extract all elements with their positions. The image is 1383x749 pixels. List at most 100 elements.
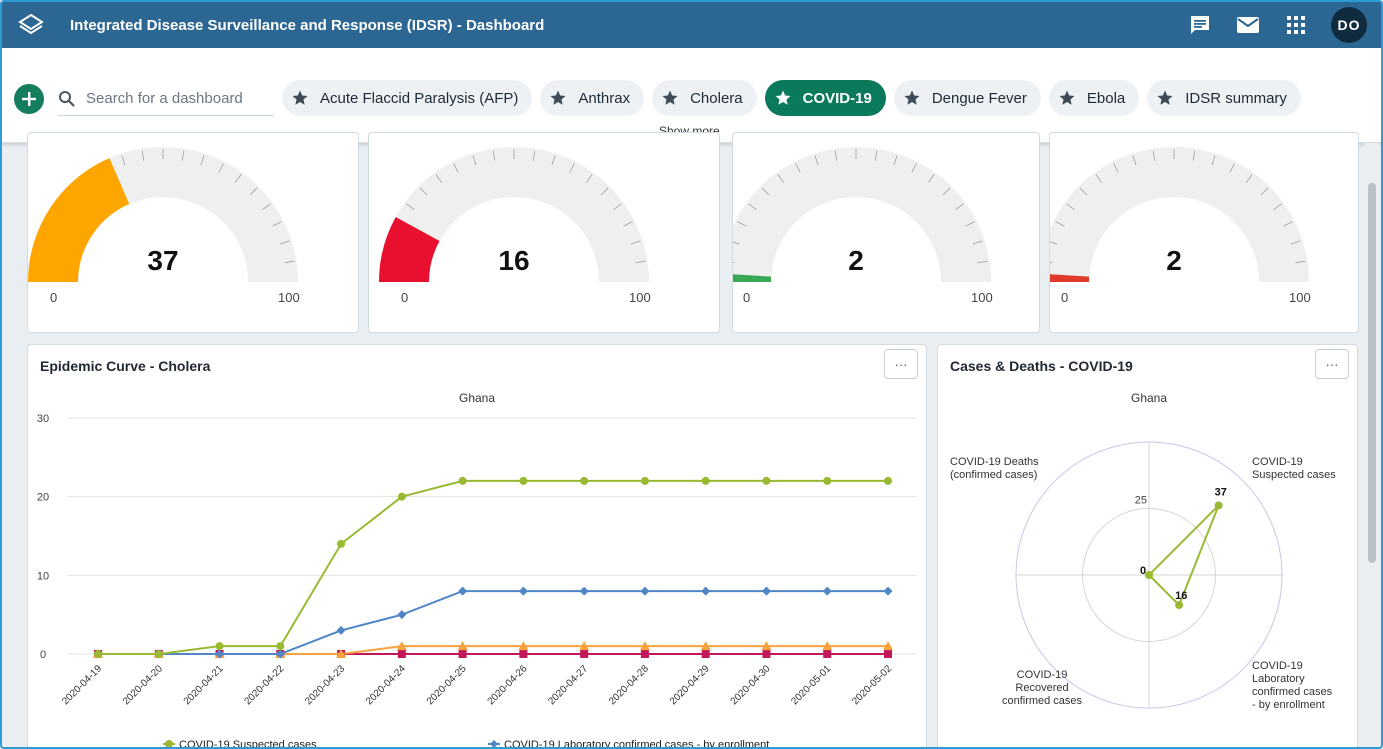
dashboard-chip[interactable]: Ebola (1048, 80, 1140, 116)
y-tick-label: 0 (40, 649, 46, 661)
page-scrollbar[interactable] (1365, 143, 1379, 747)
dashboard-chip[interactable]: COVID-19 (764, 80, 886, 116)
dashboard-chip-label: IDSR summary (1185, 89, 1287, 107)
data-point (761, 586, 771, 596)
messages-icon[interactable] (1187, 12, 1213, 38)
polar-tick-label: 25 (1135, 495, 1147, 507)
data-point (701, 586, 711, 596)
polar-axis-label: Laboratory (1252, 673, 1305, 685)
dashboard-chip[interactable]: IDSR summary (1147, 80, 1301, 116)
star-icon (548, 88, 568, 108)
star-icon (290, 88, 310, 108)
gauge-fill (28, 158, 130, 282)
gauge-card: 37 0 100 (27, 132, 359, 333)
gauge-value: 2 (848, 245, 864, 276)
data-point (519, 476, 528, 485)
polar-axis-label: COVID-19 (1252, 660, 1303, 672)
polar-axis-label: COVID-19 (1017, 669, 1068, 681)
dashboard-chip-label: Ebola (1086, 89, 1126, 107)
data-point (822, 586, 832, 596)
mail-icon[interactable] (1235, 12, 1261, 38)
search-input[interactable] (86, 90, 266, 107)
cases-deaths-chart: Ghana2537160COVID-19Suspected casesCOVID… (950, 391, 1336, 711)
data-point (762, 650, 771, 658)
x-tick-label: 2020-04-27 (546, 663, 590, 707)
polar-point (1175, 601, 1184, 610)
dashboard-bar: Acute Flaccid Paralysis (AFP) Anthrax Chol… (2, 48, 1381, 143)
dashboard-chip[interactable]: Dengue Fever (893, 80, 1041, 116)
data-point (883, 586, 893, 596)
gauge-value: 37 (147, 245, 179, 276)
dashboard-search (58, 82, 274, 116)
dashboard-chip-label: Acute Flaccid Paralysis (AFP) (320, 89, 519, 107)
gauge-min-label: 0 (743, 290, 751, 305)
dashboard-chip-label: Dengue Fever (931, 89, 1027, 107)
polar-value-label: 0 (1140, 565, 1146, 577)
x-tick-label: 2020-05-02 (850, 663, 894, 707)
data-point (701, 476, 710, 485)
x-tick-label: 2020-04-29 (668, 663, 712, 707)
app-header: Integrated Disease Surveillance and Resp… (2, 2, 1381, 48)
polar-axis-label: - by enrollment (1252, 699, 1325, 711)
epi-curve-chart: Ghana 0 10 20 30 2020-04-19 2020-04-20 2020-04-… (37, 391, 916, 749)
dashboard-chip-label: COVID-19 (802, 89, 872, 107)
x-tick-label: 2020-04-30 (729, 663, 773, 707)
gauge-chart (28, 147, 298, 282)
data-point (397, 650, 406, 658)
x-tick-label: 2020-04-19 (60, 663, 104, 707)
data-point (762, 476, 771, 485)
legend-marker (165, 740, 173, 747)
data-point (580, 650, 589, 658)
star-icon (1155, 88, 1175, 108)
data-point (640, 650, 649, 658)
y-tick-label: 10 (37, 570, 49, 582)
polar-point (1214, 501, 1223, 510)
y-tick-label: 20 (37, 492, 49, 504)
dashboard-chip[interactable]: Acute Flaccid Paralysis (AFP) (282, 80, 533, 116)
x-tick-label: 2020-04-28 (607, 663, 651, 707)
data-point (336, 625, 346, 635)
chart-subtitle: Ghana (1131, 391, 1167, 405)
polar-value-label: 37 (1215, 486, 1227, 498)
dashboard-chip-label: Anthrax (578, 89, 631, 107)
polar-value-label: 16 (1175, 590, 1187, 602)
dashboard-chips: Acute Flaccid Paralysis (AFP) Anthrax Chol… (282, 80, 1301, 116)
legend-label: COVID-19 Suspected cases (179, 739, 317, 749)
data-point (458, 586, 468, 596)
star-icon (660, 88, 680, 108)
data-point (884, 650, 892, 658)
data-point (823, 650, 832, 658)
chart-subtitle: Ghana (459, 391, 495, 405)
gauge-value: 2 (1166, 245, 1182, 276)
data-point (337, 539, 346, 548)
gauge-card: 2 0 100 (1049, 132, 1359, 333)
polar-point (1145, 571, 1153, 579)
data-point (458, 650, 467, 658)
x-tick-label: 2020-04-23 (303, 663, 347, 707)
gauge-chart (379, 147, 649, 282)
apps-icon[interactable] (1283, 12, 1309, 38)
scrollbar-thumb[interactable] (1368, 183, 1376, 563)
data-point (823, 476, 832, 485)
star-icon (902, 88, 922, 108)
dashboard-chip[interactable]: Cholera (652, 80, 757, 116)
x-tick-label: 2020-04-25 (425, 663, 469, 707)
polar-axis-label: COVID-19 (1252, 456, 1303, 468)
epi-curve-card: Epidemic Curve - Cholera ··· Ghana 0 10 20 3… (27, 344, 927, 749)
add-dashboard-button[interactable] (14, 84, 44, 114)
data-point (519, 650, 528, 658)
x-tick-label: 2020-04-24 (364, 663, 408, 707)
x-tick-label: 2020-05-01 (789, 663, 833, 707)
data-point (884, 476, 892, 485)
gauge-value: 16 (498, 245, 530, 276)
avatar[interactable]: DO (1331, 7, 1367, 43)
logo-icon[interactable] (14, 8, 48, 42)
gauge-max-label: 100 (971, 290, 993, 305)
gauge-min-label: 0 (401, 290, 409, 305)
gauge-max-label: 100 (1289, 290, 1311, 305)
dashboard-chip-label: Cholera (690, 89, 743, 107)
polar-axis-label: confirmed cases (1002, 695, 1083, 707)
dashboard-chip[interactable]: Anthrax (540, 80, 645, 116)
legend-marker (490, 740, 498, 747)
polar-axis-label: Recovered (1015, 682, 1068, 694)
